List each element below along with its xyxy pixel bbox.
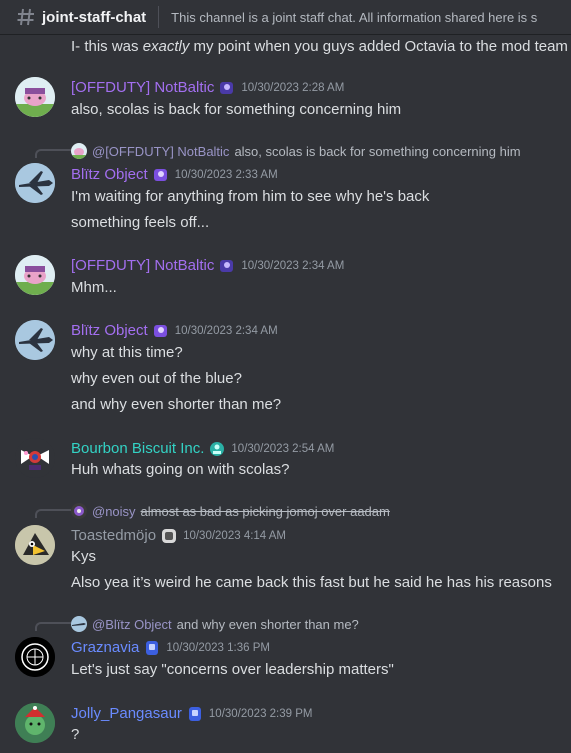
message-text: why at this time? (71, 344, 183, 361)
message-header: Blïtz Object 10/30/2023 2:33 AM (71, 166, 278, 183)
username[interactable]: Blïtz Object (71, 322, 148, 339)
avatar-image-dino (15, 703, 55, 743)
username[interactable]: Graznavia (71, 639, 139, 656)
avatar[interactable] (15, 77, 55, 117)
channel-name[interactable]: joint-staff-chat (42, 9, 146, 26)
reply-preview[interactable]: @noisy almost as bad as picking jomoj ov… (71, 503, 390, 519)
message-header: Toastedmöjo 10/30/2023 4:14 AM (71, 527, 286, 544)
timestamp[interactable]: 10/30/2023 2:54 AM (231, 443, 334, 455)
reply-avatar (71, 616, 87, 632)
avatar-image-pig (15, 255, 55, 295)
avatar[interactable] (15, 637, 55, 677)
username[interactable]: [OFFDUTY] NotBaltic (71, 257, 214, 274)
username[interactable]: Jolly_Pangasaur (71, 705, 182, 722)
hashtag-icon (16, 7, 36, 27)
avatar[interactable] (15, 703, 55, 743)
username[interactable]: [OFFDUTY] NotBaltic (71, 79, 214, 96)
avatar-image-bird (15, 525, 55, 565)
avatar[interactable] (15, 255, 55, 295)
message-header: Graznavia 10/30/2023 1:36 PM (71, 639, 270, 656)
reply-avatar (71, 503, 87, 519)
reply-spine (35, 149, 71, 158)
avatar[interactable] (15, 320, 55, 360)
username[interactable]: Toastedmöjo (71, 527, 156, 544)
message-text: I'm waiting for anything from him to see… (71, 188, 430, 205)
message-text: something feels off... (71, 214, 210, 231)
timestamp[interactable]: 10/30/2023 2:33 AM (175, 169, 278, 181)
message-header: Jolly_Pangasaur 10/30/2023 2:39 PM (71, 705, 313, 722)
message-header: [OFFDUTY] NotBaltic 10/30/2023 2:28 AM (71, 79, 344, 96)
message-text: Mhm... (71, 279, 117, 296)
message-text: Kys (71, 548, 97, 565)
message-text: also, scolas is back for something conce… (71, 101, 402, 118)
reply-text: also, scolas is back for something conce… (234, 143, 521, 159)
role-icon[interactable] (187, 706, 203, 722)
avatar[interactable] (15, 163, 55, 203)
message-text: and why even shorter than me? (71, 396, 282, 413)
avatar-image-jet (15, 163, 55, 203)
avatar-image-jet (15, 320, 55, 360)
channel-topic[interactable]: This channel is a joint staff chat. All … (171, 10, 537, 25)
message-feed: I- this was exactly my point when you gu… (0, 0, 571, 753)
reply-spine (35, 622, 71, 631)
role-icon[interactable] (219, 258, 235, 274)
message-header: Bourbon Biscuit Inc. 10/30/2023 2:54 AM (71, 440, 334, 457)
message-text: why even out of the blue? (71, 370, 242, 387)
role-icon[interactable] (161, 528, 177, 544)
role-icon[interactable] (144, 640, 160, 656)
avatar-image-pig (15, 77, 55, 117)
avatar[interactable] (15, 525, 55, 565)
reply-text: and why even shorter than me? (176, 616, 359, 632)
username[interactable]: Bourbon Biscuit Inc. (71, 440, 204, 457)
reply-spine (35, 509, 71, 518)
message-header: [OFFDUTY] NotBaltic 10/30/2023 2:34 AM (71, 257, 344, 274)
message-text: Also yea it’s weird he came back this fa… (71, 574, 552, 591)
avatar[interactable] (15, 438, 55, 478)
timestamp[interactable]: 10/30/2023 2:34 AM (241, 260, 344, 272)
timestamp[interactable]: 10/30/2023 2:34 AM (175, 325, 278, 337)
reply-username[interactable]: @Blïtz Object (92, 617, 172, 632)
role-icon[interactable] (153, 167, 169, 183)
reply-username[interactable]: @noisy (92, 504, 136, 519)
avatar-image-bow (15, 438, 55, 478)
channel-header: joint-staff-chat This channel is a joint… (0, 0, 571, 34)
header-divider (158, 6, 160, 28)
timestamp[interactable]: 10/30/2023 2:39 PM (209, 708, 313, 720)
role-icon[interactable] (209, 441, 225, 457)
message-text: ? (71, 726, 80, 743)
reply-text: almost as bad as picking jomoj over aada… (140, 503, 390, 519)
role-icon[interactable] (153, 323, 169, 339)
timestamp[interactable]: 10/30/2023 2:28 AM (241, 82, 344, 94)
reply-preview[interactable]: @Blïtz Object and why even shorter than … (71, 616, 359, 632)
reply-username[interactable]: @[OFFDUTY] NotBaltic (92, 144, 229, 159)
reply-preview[interactable]: @[OFFDUTY] NotBaltic also, scolas is bac… (71, 143, 521, 159)
timestamp[interactable]: 10/30/2023 1:36 PM (166, 642, 270, 654)
message-text: Huh whats going on with scolas? (71, 461, 290, 478)
message-header: Blïtz Object 10/30/2023 2:34 AM (71, 322, 278, 339)
avatar-image-emblem (15, 637, 55, 677)
message-text: Let's just say "concerns over leadership… (71, 661, 394, 678)
reply-avatar (71, 143, 87, 159)
role-icon[interactable] (219, 80, 235, 96)
username[interactable]: Blïtz Object (71, 166, 148, 183)
timestamp[interactable]: 10/30/2023 4:14 AM (183, 530, 286, 542)
message-text: I- this was exactly my point when you gu… (71, 38, 568, 55)
